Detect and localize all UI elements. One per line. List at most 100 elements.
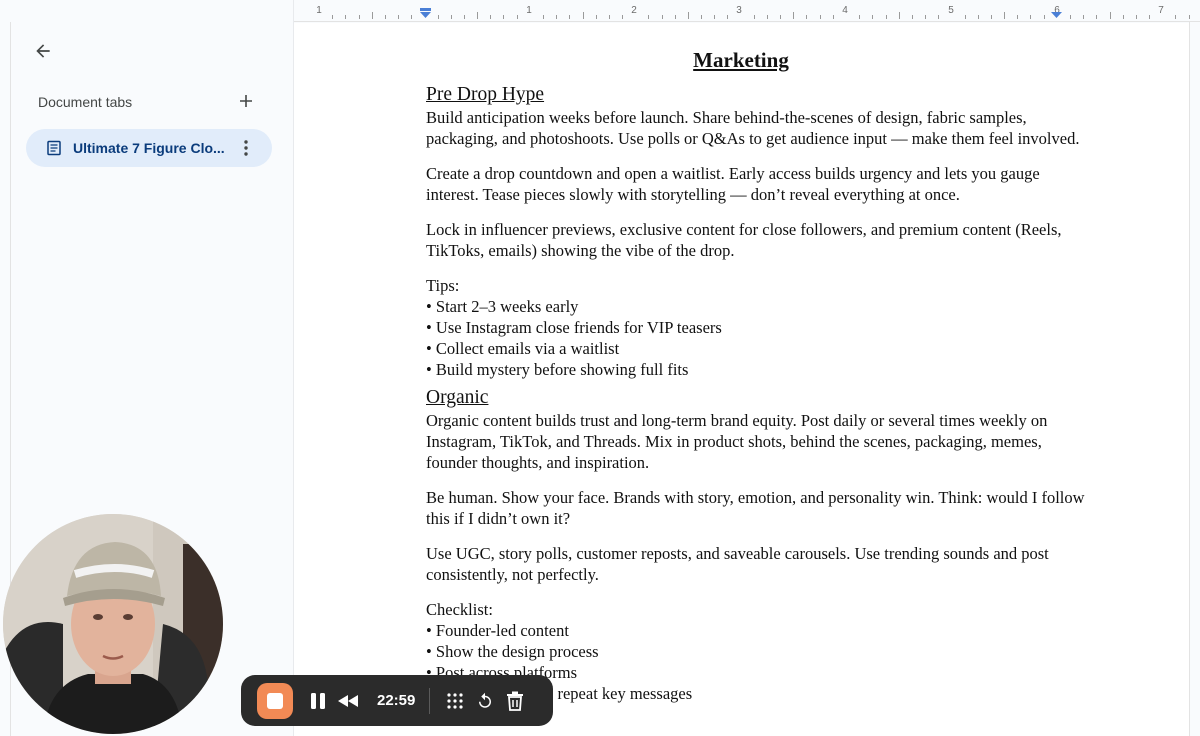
ruler-tick	[1043, 15, 1045, 19]
tab-label: Ultimate 7 Figure Clo...	[73, 140, 225, 156]
ruler-tick	[872, 15, 874, 19]
pause-button[interactable]	[303, 686, 333, 716]
ruler-tick	[1149, 15, 1151, 19]
left-indent-marker-icon[interactable]	[420, 8, 431, 18]
ruler-tick	[1017, 15, 1019, 19]
ruler-number: 3	[736, 5, 742, 16]
pause-icon	[311, 692, 325, 709]
checklist-label: Checklist:	[426, 600, 493, 619]
back-button[interactable]	[30, 38, 56, 64]
control-divider	[429, 687, 431, 714]
ruler-tick	[859, 15, 861, 19]
document-icon	[46, 140, 62, 156]
stop-icon	[267, 692, 283, 709]
bullet-item: • Start 2–3 weeks early	[426, 297, 579, 316]
paragraph: Create a drop countdown and open a waitl…	[426, 164, 1040, 204]
ruler-tick	[925, 15, 927, 19]
ruler-tick	[1096, 15, 1098, 19]
ruler-tick	[556, 15, 558, 19]
restart-icon	[479, 692, 492, 708]
section-heading-organic: Organic	[426, 387, 489, 408]
horizontal-ruler[interactable]: 1 1 2 3 4 5 6 7	[294, 0, 1200, 22]
paragraph: Build anticipation weeks before launch. …	[426, 108, 1080, 148]
ruler-tick	[450, 15, 452, 19]
ruler-tick	[832, 15, 834, 19]
bullet-item: • Use Instagram close friends for VIP te…	[426, 318, 722, 337]
ruler-tick	[727, 15, 729, 19]
add-tab-button[interactable]	[235, 90, 257, 112]
ruler-tick	[398, 15, 400, 19]
ruler-tick	[1188, 15, 1190, 19]
ruler-number: 7	[1158, 5, 1164, 16]
ruler-tick	[661, 15, 663, 19]
ruler-tick	[964, 15, 966, 19]
ruler-tick	[384, 15, 386, 19]
bullet-item: • Collect emails via a waitlist	[426, 339, 620, 358]
ruler-tick	[806, 15, 808, 19]
paragraph: Be human. Show your face. Brands with st…	[426, 488, 1085, 528]
ruler-tick	[1030, 15, 1032, 19]
presenter-video-image	[3, 514, 223, 734]
grid-button[interactable]	[440, 686, 470, 716]
ruler-tick	[766, 15, 768, 19]
ruler-tick	[885, 15, 887, 19]
ruler-tick	[437, 15, 439, 19]
ruler-tick	[463, 15, 465, 19]
ruler-tick	[990, 15, 992, 19]
tab-ultimate-7-figure[interactable]: Ultimate 7 Figure Clo...	[26, 129, 272, 167]
ruler-tick	[516, 15, 518, 19]
restart-button[interactable]	[470, 686, 500, 716]
ruler-number: 4	[842, 5, 848, 16]
ruler-tick	[542, 15, 544, 19]
ruler-tick	[977, 15, 979, 19]
ruler-tick	[371, 12, 373, 19]
more-vert-icon	[244, 140, 248, 156]
document-tabs-header: Document tabs	[38, 94, 133, 110]
bullet-item: • Build mystery before showing full fits	[426, 360, 689, 379]
ruler-tick	[477, 12, 479, 19]
ruler-tick	[1175, 15, 1177, 19]
paragraph: Use UGC, story polls, customer reposts, …	[426, 544, 1049, 584]
ruler-tick	[674, 15, 676, 19]
back-arrow-icon	[36, 44, 50, 58]
recording-control-bar: 22:59	[241, 675, 553, 726]
plus-icon	[240, 95, 252, 107]
ruler-tick	[1083, 15, 1085, 19]
ruler-tick	[503, 15, 505, 19]
ruler-tick	[332, 15, 334, 19]
right-indent-marker-icon[interactable]	[1051, 8, 1062, 18]
ruler-tick	[819, 15, 821, 19]
tab-options-button[interactable]	[236, 138, 256, 158]
grid-icon	[447, 692, 463, 709]
ruler-tick	[569, 15, 571, 19]
ruler-tick	[1135, 15, 1137, 19]
ruler-tick	[687, 12, 689, 19]
ruler-number: 1	[316, 5, 322, 16]
ruler-tick	[793, 12, 795, 19]
page-right-margin	[1189, 22, 1200, 736]
ruler-tick	[938, 15, 940, 19]
trash-icon	[507, 691, 524, 711]
delete-button[interactable]	[500, 686, 530, 716]
bullet-item: • Show the design process	[426, 642, 599, 661]
stop-recording-button[interactable]	[257, 682, 293, 719]
ruler-tick	[1004, 12, 1006, 19]
rewind-button[interactable]	[333, 686, 363, 716]
ruler-tick	[753, 15, 755, 19]
ruler-tick	[622, 15, 624, 19]
paragraph: Lock in influencer previews, exclusive c…	[426, 220, 1062, 260]
ruler-tick	[898, 12, 900, 19]
ruler-tick	[648, 15, 650, 19]
rewind-icon	[338, 694, 358, 707]
ruler-number: 1	[526, 5, 532, 16]
webcam-bubble[interactable]	[3, 514, 223, 734]
section-heading-pre-drop: Pre Drop Hype	[426, 84, 545, 105]
ruler-tick	[595, 15, 597, 19]
tips-label: Tips:	[426, 276, 460, 295]
document-body[interactable]: Marketing Pre Drop Hype Build anticipati…	[426, 50, 1086, 704]
ruler-tick	[714, 15, 716, 19]
paragraph: Organic content builds trust and long-te…	[426, 411, 1048, 472]
bullet-item: • Founder-led content	[426, 621, 569, 640]
ruler-number: 5	[948, 5, 954, 16]
ruler-tick	[358, 15, 360, 19]
